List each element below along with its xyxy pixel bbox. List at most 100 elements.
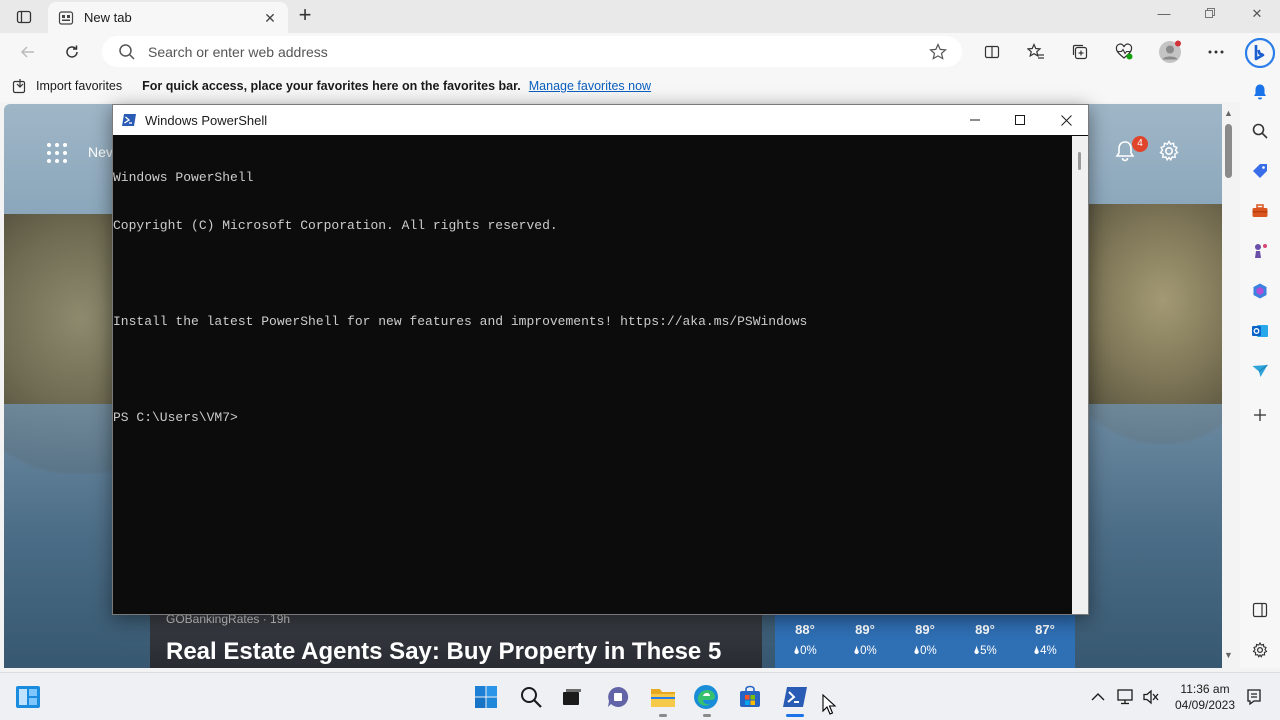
taskbar-search-button[interactable] [517,683,545,711]
sidebar-games-button[interactable] [1248,239,1272,263]
add-favorite-star-icon[interactable] [928,42,948,61]
scrollbar-thumb[interactable] [1078,152,1081,170]
apps-grid-icon[interactable] [46,142,68,164]
browser-close-button[interactable]: ✕ [1245,6,1269,26]
powershell-console[interactable]: Windows PowerShell Copyright (C) Microso… [113,136,1073,614]
favorites-button[interactable] [1022,38,1050,66]
browser-toolbar: Search or enter web address [0,33,1280,70]
network-button[interactable] [1116,687,1136,707]
weather-day: 89° 🌢0% [913,622,937,668]
powershell-minimize-button[interactable] [952,105,998,135]
restore-icon [1205,8,1215,18]
widgets-icon [16,686,40,708]
split-screen-button[interactable] [978,38,1006,66]
favorites-star-list-icon [1027,43,1044,59]
favorites-bar: Import favorites For quick access, place… [0,70,1240,102]
import-icon [12,79,26,94]
browser-minimize-button[interactable]: — [1152,6,1176,26]
taskbar-clock[interactable]: 11:36 am 04/09/2023 [1172,681,1238,713]
tab-new-tab[interactable]: New tab ✕ [48,2,288,33]
sidebar-drop-button[interactable] [1248,359,1272,383]
mouse-cursor-icon [822,694,837,715]
edge-button[interactable] [692,683,720,711]
profile-button[interactable] [1156,38,1184,66]
tab-actions-button[interactable] [10,6,38,28]
powershell-window[interactable]: Windows PowerShell Windows PowerShell Co… [112,104,1089,615]
task-view-button[interactable] [558,683,586,711]
weather-precip: 🌢0% [853,645,877,657]
address-bar-placeholder: Search or enter web address [148,43,328,60]
new-tab-button[interactable]: + [294,4,316,27]
heart-pulse-icon [1115,43,1133,60]
address-bar[interactable]: Search or enter web address [102,36,962,67]
manage-favorites-link[interactable]: Manage favorites now [529,79,651,93]
sidebar-outlook-button[interactable] [1248,319,1272,343]
browser-essentials-button[interactable] [1110,38,1138,66]
edge-sidebar [1240,33,1280,668]
settings-more-button[interactable] [1202,38,1230,66]
close-icon [1060,114,1072,126]
network-monitor-icon [1117,689,1133,705]
clock-date: 04/09/2023 [1174,698,1236,712]
speaker-muted-icon [1143,689,1159,705]
bing-copilot-button[interactable] [1244,37,1276,69]
panel-layout-icon [1252,602,1268,618]
page-scrollbar[interactable]: ▲ ▼ [1222,104,1236,668]
scroll-down-arrow-icon[interactable]: ▼ [1224,650,1233,660]
powershell-titlebar[interactable]: Windows PowerShell [113,105,1088,135]
import-favorites-button[interactable]: Import favorites [12,78,122,94]
powershell-taskbar-button[interactable] [781,683,809,711]
powershell-maximize-button[interactable] [997,105,1043,135]
notification-center-button[interactable] [1244,687,1264,707]
weather-day: 89° 🌢0% [853,622,877,668]
sidebar-tools-button[interactable] [1248,199,1272,223]
powershell-scrollbar[interactable] [1072,136,1088,614]
powershell-close-button[interactable] [1043,105,1089,135]
chat-icon [608,686,629,707]
weather-temp: 88° [795,622,815,637]
powershell-icon [783,687,807,707]
weather-day: 89° 🌢5% [973,622,997,668]
scroll-up-arrow-icon[interactable]: ▲ [1224,108,1233,118]
weather-temp: 89° [975,622,995,637]
tab-close-icon[interactable]: ✕ [262,10,278,26]
volume-button[interactable] [1141,687,1161,707]
refresh-button[interactable] [58,38,86,66]
file-explorer-button[interactable] [649,683,677,711]
weather-temp: 87° [1035,622,1055,637]
import-favorites-label: Import favorites [36,79,123,93]
sidebar-search-button[interactable] [1248,119,1272,143]
shopping-tag-icon [1253,164,1267,178]
sidebar-add-button[interactable] [1248,403,1272,427]
active-indicator [786,714,804,717]
taskbar: 11:36 am 04/09/2023 [0,672,1280,720]
collections-button[interactable] [1066,38,1094,66]
sidebar-notifications-button[interactable] [1248,80,1272,104]
sidebar-microsoft365-button[interactable] [1248,279,1272,303]
running-indicator [659,714,667,717]
widgets-button[interactable] [14,683,42,711]
chat-button[interactable] [604,683,632,711]
console-line: Copyright (C) Microsoft Corporation. All… [113,218,558,233]
weather-precip: 🌢0% [793,645,817,657]
weather-forecast[interactable]: 88° 🌢0% 89° 🌢0% 89° 🌢0% 89° 🌢5% 87° 🌢4% [775,612,1075,668]
page-settings-gear-icon[interactable] [1158,140,1180,162]
sidebar-shopping-button[interactable] [1248,159,1272,183]
store-button[interactable] [736,683,764,711]
weather-temp: 89° [855,622,875,637]
powershell-title: Windows PowerShell [145,112,268,128]
browser-restore-button[interactable] [1198,6,1222,26]
show-hidden-icons-button[interactable] [1088,687,1108,707]
new-tab-favicon-icon [58,10,74,25]
page-header-text: Nev [88,144,113,160]
favorites-bar-hint: For quick access, place your favorites h… [142,79,521,93]
start-button[interactable] [472,683,500,711]
sidebar-settings-button[interactable] [1248,638,1272,662]
console-prompt[interactable]: PS C:\Users\VM7> [113,410,1073,426]
back-button[interactable] [14,38,42,66]
sidebar-layout-button[interactable] [1248,598,1272,622]
scrollbar-thumb[interactable] [1225,124,1232,178]
news-card[interactable]: GOBankingRates · 19h Real Estate Agents … [150,610,762,668]
